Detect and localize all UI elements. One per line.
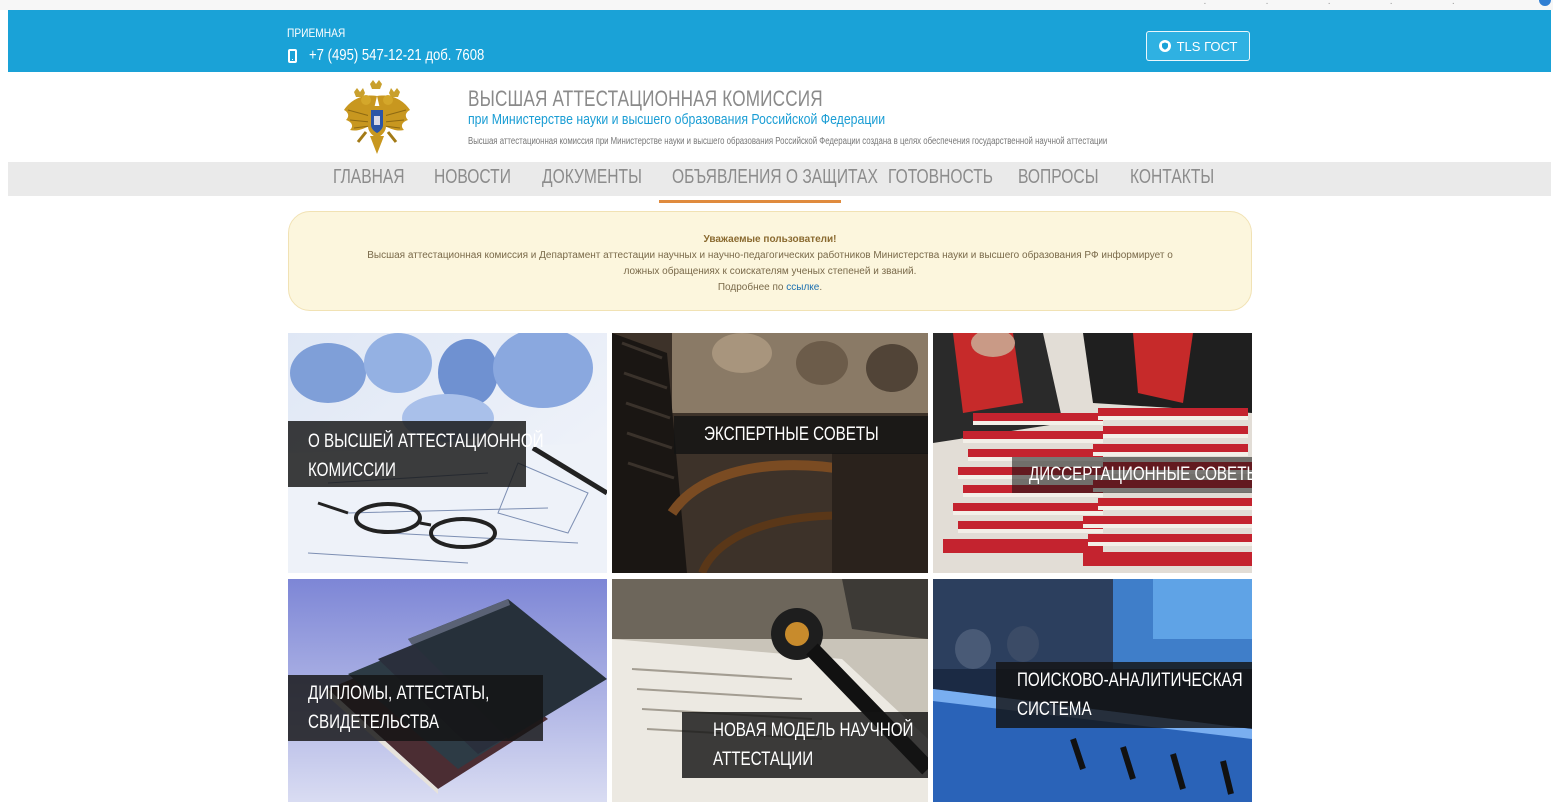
nav-item-readiness[interactable]: ГОТОВНОСТЬ <box>888 166 993 189</box>
notice-title: Уважаемые пользователи! <box>703 234 837 245</box>
nav-item-news[interactable]: НОВОСТИ <box>434 166 511 189</box>
nav-item-contacts[interactable]: КОНТАКТЫ <box>1130 166 1214 189</box>
tile-label-line: ДИССЕРТАЦИОННЫЕ СОВЕТЫ <box>1029 464 1252 485</box>
phone-number[interactable]: +7 (495) 547-12-21 доб. 7608 <box>309 47 484 65</box>
main-nav: ГЛАВНАЯ НОВОСТИ ДОКУМЕНТЫ ОБЪЯВЛЕНИЯ О З… <box>8 162 1551 196</box>
nav-item-defense-announcements[interactable]: ОБЪЯВЛЕНИЯ О ЗАЩИТАХ <box>672 166 878 189</box>
notice-link[interactable]: ссылке <box>786 282 819 293</box>
dissertations-stack-image <box>933 333 1252 573</box>
tile-label-line: СИСТЕМА <box>1017 699 1092 720</box>
notice-line-2: ложных обращениях к соискателям ученых с… <box>623 266 917 277</box>
tile-new-attestation-model[interactable]: НОВАЯ МОДЕЛЬ НАУЧНОЙ АТТЕСТАЦИИ <box>612 579 928 802</box>
org-title[interactable]: ВЫСШАЯ АТТЕСТАЦИОННАЯ КОМИССИЯ <box>468 86 823 112</box>
tile-label-line: СВИДЕТЕЛЬСТВА <box>308 712 440 733</box>
notice-more-prefix: Подробнее по <box>717 282 787 293</box>
nav-item-questions[interactable]: ВОПРОСЫ <box>1018 166 1099 189</box>
nav-item-home[interactable]: ГЛАВНАЯ <box>333 166 405 189</box>
tile-label: ЭКСПЕРТНЫЕ СОВЕТЫ <box>674 416 928 454</box>
active-nav-indicator <box>659 200 841 203</box>
notice-more-suffix: . <box>819 282 823 293</box>
tls-gost-button[interactable]: TLS ГОСТ <box>1146 31 1250 61</box>
tile-label-line: НОВАЯ МОДЕЛЬ НАУЧНОЙ <box>713 720 914 741</box>
notice-line-3: Подробнее по ссылке. <box>289 280 1251 296</box>
tile-label-line: КОМИССИИ <box>308 460 396 481</box>
tile-label: ДИССЕРТАЦИОННЫЕ СОВЕТЫ <box>1012 457 1252 493</box>
notice-banner: Уважаемые пользователи! Высшая аттестаци… <box>288 211 1252 311</box>
browser-extension-icon[interactable] <box>1539 0 1551 6</box>
tile-label-line: ДИПЛОМЫ, АТТЕСТАТЫ, <box>308 683 490 704</box>
phone-icon <box>288 49 297 63</box>
tile-search-analytics-system[interactable]: ПОИСКОВО-АНАЛИТИЧЕСКАЯ СИСТЕМА <box>933 579 1252 802</box>
tile-label-line: АТТЕСТАЦИИ <box>713 749 814 770</box>
top-contact-bar: ПРИЕМНАЯ +7 (495) 547-12-21 доб. 7608 TL… <box>8 10 1551 72</box>
tile-expert-councils[interactable]: ЭКСПЕРТНЫЕ СОВЕТЫ <box>612 333 928 573</box>
tile-about-commission[interactable]: О ВЫСШЕЙ АТТЕСТАЦИОННОЙ КОМИССИИ <box>288 333 607 573</box>
tile-label-line: О ВЫСШЕЙ АТТЕСТАЦИОННОЙ <box>308 431 544 452</box>
tile-label-line: ЭКСПЕРТНЫЕ СОВЕТЫ <box>704 424 879 445</box>
org-description: Высшая аттестационная комиссия при Минис… <box>468 136 1108 147</box>
tile-diplomas[interactable]: ДИПЛОМЫ, АТТЕСТАТЫ, СВИДЕТЕЛЬСТВА <box>288 579 607 802</box>
tile-dissertation-councils[interactable]: ДИССЕРТАЦИОННЫЕ СОВЕТЫ <box>933 333 1252 573</box>
shield-icon <box>1158 40 1171 52</box>
nav-item-documents[interactable]: ДОКУМЕНТЫ <box>542 166 642 189</box>
browser-toolbar-strip: · · · · · <box>0 0 1553 10</box>
tile-label: О ВЫСШЕЙ АТТЕСТАЦИОННОЙ КОМИССИИ <box>288 421 544 487</box>
reception-label: ПРИЕМНАЯ <box>287 26 346 40</box>
org-subtitle: при Министерстве науки и высшего образов… <box>468 111 886 128</box>
browser-toolbar-icons: · · · · · <box>1203 0 1483 9</box>
tile-label: ДИПЛОМЫ, АТТЕСТАТЫ, СВИДЕТЕЛЬСТВА <box>288 675 543 741</box>
tls-gost-label: TLS ГОСТ <box>1176 38 1238 54</box>
tile-label-line: ПОИСКОВО-АНАЛИТИЧЕСКАЯ <box>1017 670 1243 691</box>
phone-row: +7 (495) 547-12-21 доб. 7608 <box>288 47 523 65</box>
tile-label: НОВАЯ МОДЕЛЬ НАУЧНОЙ АТТЕСТАЦИИ <box>682 712 928 778</box>
tile-label: ПОИСКОВО-АНАЛИТИЧЕСКАЯ СИСТЕМА <box>996 662 1252 728</box>
notice-line-1: Высшая аттестационная комиссия и Департа… <box>367 250 1173 261</box>
coat-of-arms-icon[interactable] <box>340 80 414 156</box>
